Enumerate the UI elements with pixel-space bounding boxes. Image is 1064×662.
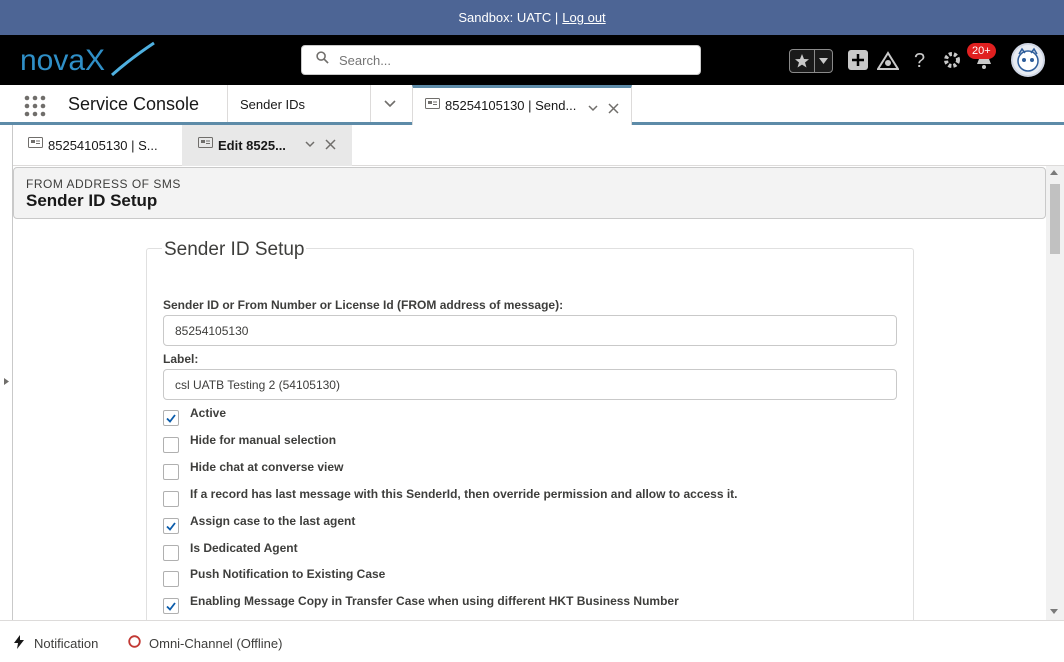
subtab-label: Edit 8525...	[218, 138, 286, 153]
nav-item-sender-ids[interactable]: Sender IDs	[240, 97, 305, 112]
checkbox-row[interactable]: Hide chat at converse view	[163, 460, 343, 480]
checkbox-label: Is Dedicated Agent	[190, 541, 298, 555]
checkmark-icon	[166, 521, 176, 531]
star-icon[interactable]	[790, 50, 816, 72]
checkbox-label: Active	[190, 406, 227, 420]
scroll-thumb[interactable]	[1050, 184, 1060, 254]
subtab-record[interactable]: 85254105130 | S...	[12, 125, 182, 166]
page-title: Sender ID Setup	[26, 191, 158, 210]
app-name: Service Console	[68, 94, 200, 114]
checkbox-row[interactable]: Hide for manual selection	[163, 433, 336, 453]
omni-channel-utility[interactable]: Omni-Channel (Offline)	[128, 635, 282, 651]
sandbox-label: Sandbox: UATC |	[458, 10, 559, 25]
global-search[interactable]	[301, 45, 701, 75]
checkbox-checked[interactable]	[163, 410, 179, 426]
checkbox-unchecked[interactable]	[163, 464, 179, 480]
sender-id-label: Sender ID or From Number or License Id (…	[163, 298, 564, 312]
label-field-label: Label:	[163, 352, 199, 366]
checkbox-unchecked[interactable]	[163, 437, 179, 453]
notification-label: Notification	[34, 636, 99, 651]
close-icon[interactable]	[608, 101, 619, 119]
search-icon	[316, 51, 329, 69]
checkbox-row[interactable]: Assign case to the last agent	[163, 514, 355, 534]
form-legend: Sender ID Setup	[162, 239, 307, 261]
novax-logo[interactable]: novaX	[20, 41, 160, 79]
chevron-down-icon[interactable]	[304, 137, 316, 155]
navigation-bar: Service Console Sender IDs 85254105130 |…	[0, 85, 1064, 125]
favorites-group	[789, 49, 833, 73]
scroll-up-arrow[interactable]	[1050, 170, 1058, 175]
label-input[interactable]	[163, 369, 897, 400]
checkmark-icon	[166, 413, 176, 423]
sender-id-input[interactable]	[163, 315, 897, 346]
sandbox-bar: Sandbox: UATC | Log out	[0, 0, 1064, 35]
checkbox-row[interactable]: Active	[163, 406, 226, 426]
notification-utility[interactable]: Notification	[14, 635, 98, 652]
checkbox-row[interactable]: Is Dedicated Agent	[163, 541, 298, 561]
checkbox-unchecked[interactable]	[163, 545, 179, 561]
checkmark-icon	[166, 601, 176, 611]
subtab-label: 85254105130 | S...	[48, 138, 158, 153]
checkbox-row[interactable]: Enabling Message Copy in Transfer Case w…	[163, 594, 679, 614]
avatar[interactable]	[1011, 43, 1045, 77]
help-icon[interactable]: ?	[908, 48, 932, 72]
checkbox-checked[interactable]	[163, 518, 179, 534]
checkbox-checked[interactable]	[163, 598, 179, 614]
logo-text: novaX	[20, 44, 105, 77]
chevron-down-icon[interactable]	[587, 101, 599, 119]
plus-icon[interactable]	[846, 48, 870, 72]
page-eyebrow: FROM ADDRESS OF SMS	[26, 177, 181, 191]
subtab-bar: 85254105130 | S... Edit 8525...	[0, 125, 1064, 166]
record-icon	[198, 136, 213, 155]
chevron-down-icon[interactable]	[382, 96, 398, 112]
app-launcher-icon[interactable]	[24, 95, 46, 117]
utility-bar: Notification Omni-Channel (Offline)	[0, 620, 1064, 662]
chevron-right-icon[interactable]	[4, 372, 9, 390]
gear-icon[interactable]	[940, 48, 964, 72]
checkbox-unchecked[interactable]	[163, 491, 179, 507]
checkbox-label: Assign case to the last agent	[190, 514, 356, 528]
logout-link[interactable]: Log out	[562, 10, 605, 25]
nav-divider	[227, 85, 228, 122]
workspace-tab[interactable]: 85254105130 | Send...	[412, 85, 632, 125]
left-rail[interactable]	[0, 125, 13, 620]
checkbox-label: Enabling Message Copy in Transfer Case w…	[190, 594, 679, 608]
record-icon	[425, 98, 440, 116]
lightning-icon	[14, 635, 24, 652]
subtab-edit[interactable]: Edit 8525...	[182, 125, 352, 166]
checkbox-label: Hide chat at converse view	[190, 460, 344, 474]
svg-text:?: ?	[914, 50, 925, 70]
checkbox-unchecked[interactable]	[163, 571, 179, 587]
search-input[interactable]	[339, 52, 679, 68]
offline-status-icon	[128, 635, 141, 651]
trailhead-icon[interactable]	[876, 48, 900, 72]
workspace-tab-label: 85254105130 | Send...	[445, 98, 577, 113]
checkbox-label: Push Notification to Existing Case	[190, 567, 386, 581]
checkbox-row[interactable]: If a record has last message with this S…	[163, 487, 738, 507]
checkbox-row[interactable]: Push Notification to Existing Case	[163, 567, 385, 587]
chevron-down-icon[interactable]	[815, 50, 832, 72]
nav-divider	[370, 85, 371, 122]
close-icon[interactable]	[325, 137, 336, 155]
scroll-down-arrow[interactable]	[1050, 609, 1058, 614]
omni-channel-label: Omni-Channel (Offline)	[149, 635, 283, 651]
global-header: novaX ? 20+	[0, 35, 1064, 85]
notification-badge: 20+	[967, 43, 996, 59]
scrollbar[interactable]	[1046, 166, 1064, 620]
checkbox-label: Hide for manual selection	[190, 433, 337, 447]
page-header: FROM ADDRESS OF SMS Sender ID Setup	[13, 167, 1046, 219]
checkbox-label: If a record has last message with this S…	[190, 487, 738, 501]
record-icon	[28, 136, 43, 155]
